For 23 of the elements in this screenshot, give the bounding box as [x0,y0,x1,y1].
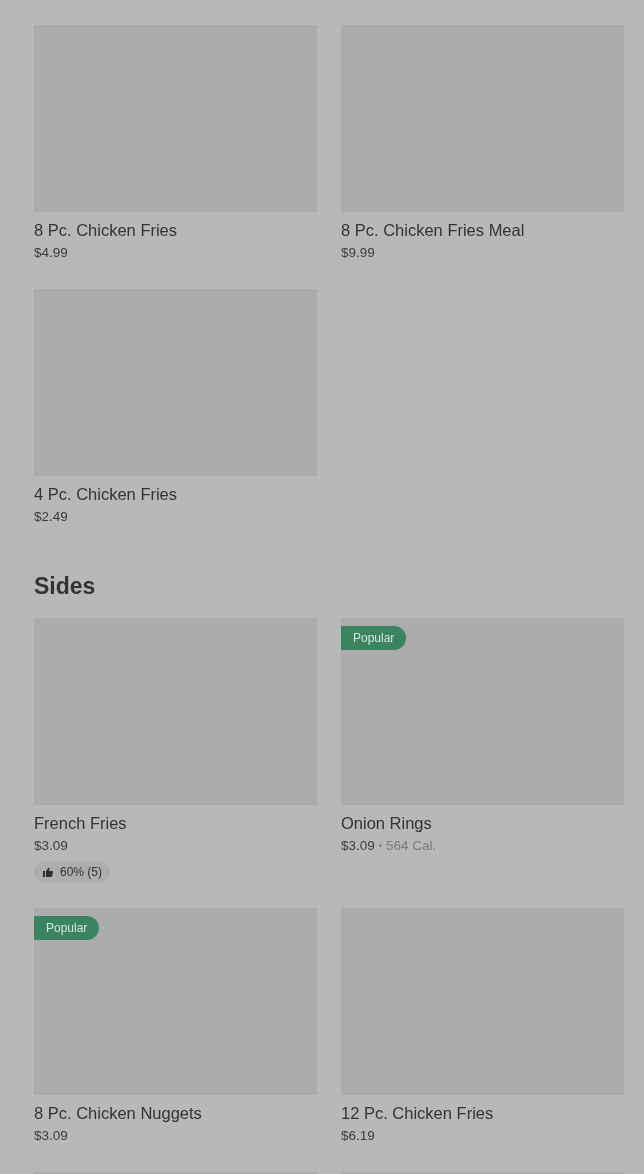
item-price: $6.19 [341,1127,375,1145]
item-price: $3.09 [341,837,375,855]
item-price: $3.09 [34,837,68,855]
item-name[interactable]: 8 Pc. Chicken Fries Meal [341,218,624,242]
popular-tag: Popular [341,626,407,650]
item-price: $9.99 [341,244,375,262]
item-price: $2.49 [34,508,68,526]
popular-tag: Popular [34,916,100,940]
item-name[interactable]: 4 Pc. Chicken Fries [34,482,317,506]
item-price: $3.09 [34,1127,68,1145]
image-placeholder[interactable]: Popular [341,618,624,805]
item-name[interactable]: Onion Rings [341,811,624,835]
separator-dot: • [378,840,382,853]
rating-text: 60% (5) [60,864,103,881]
image-placeholder[interactable]: Popular [34,908,317,1095]
section-heading: Sides [34,572,97,600]
item-name[interactable]: 8 Pc. Chicken Nuggets [34,1101,317,1125]
item-name[interactable]: 12 Pc. Chicken Fries [341,1101,624,1125]
item-name[interactable]: French Fries [34,811,317,835]
item-calories: 564 Cal. [385,837,437,855]
item-price: $4.99 [34,244,68,262]
item-name[interactable]: 8 Pc. Chicken Fries [34,218,317,242]
thumbs-up-icon [42,866,54,878]
